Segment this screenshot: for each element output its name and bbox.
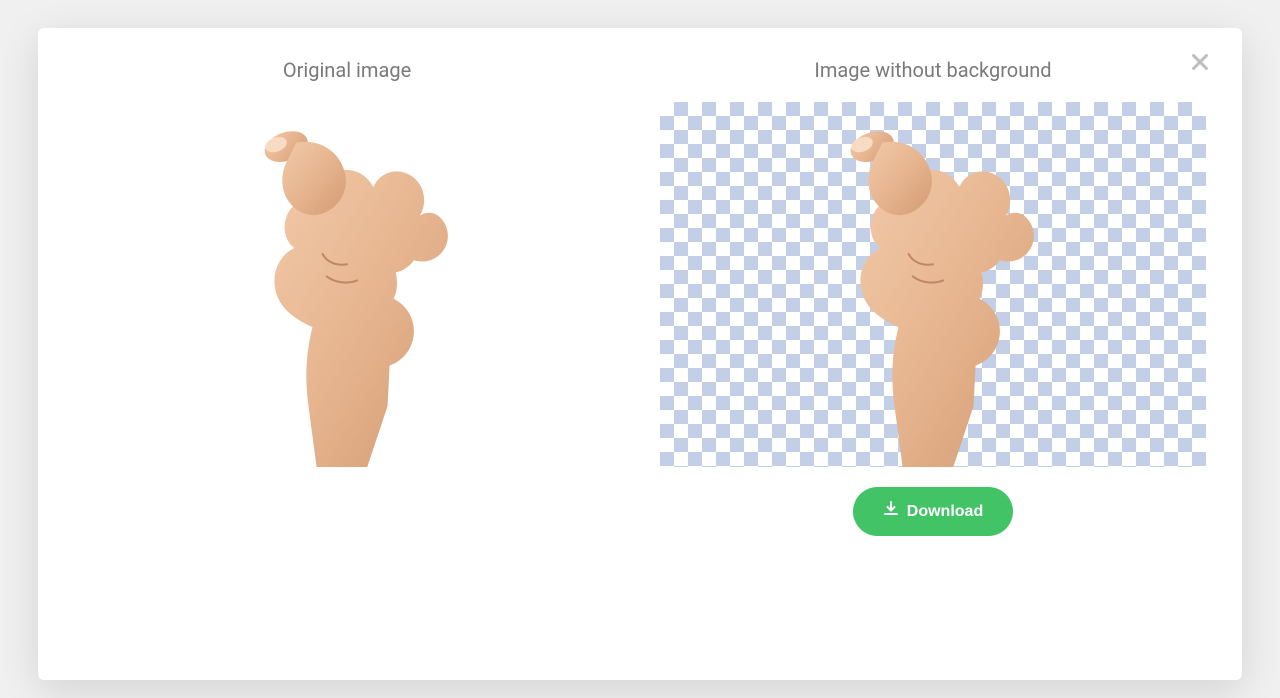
download-icon [883, 501, 899, 522]
result-title: Image without background [814, 58, 1051, 82]
comparison-columns: Original image [74, 58, 1206, 536]
result-column: Image without background [660, 58, 1206, 536]
hand-image-result [811, 102, 1054, 467]
original-title: Original image [283, 58, 411, 82]
original-image [74, 102, 620, 467]
hand-image-original [225, 102, 468, 467]
close-button[interactable] [1186, 50, 1214, 78]
result-modal: Original image [38, 28, 1242, 680]
result-image [660, 102, 1206, 467]
close-icon [1189, 51, 1211, 77]
download-button[interactable]: Download [853, 487, 1013, 536]
original-column: Original image [74, 58, 620, 536]
download-label: Download [907, 503, 983, 521]
